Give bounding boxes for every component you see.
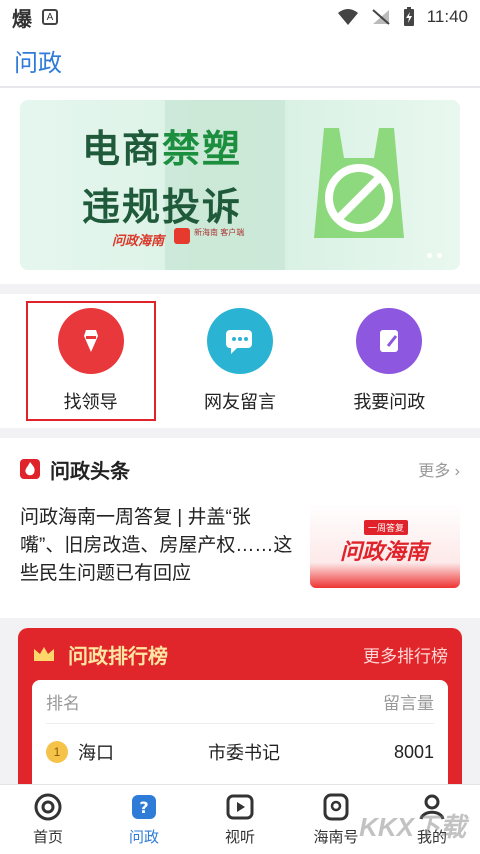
wifi-icon [337, 9, 358, 25]
headline-text: 问政海南一周答复 | 井盖“张嘴”、旧房改造、房屋产权……这些民生问题已有回应 [20, 507, 293, 584]
hainan-icon [321, 792, 351, 822]
status-app-icon: 爆 [12, 8, 32, 31]
accessibility-icon: A [42, 9, 58, 25]
ranking-title: 问政排行榜 [68, 645, 168, 668]
more-ranking-link[interactable]: 更多排行榜 [363, 642, 448, 667]
ask-question-button[interactable]: 我要问政 [324, 301, 454, 421]
tab-wenzheng-label: 问政 [128, 829, 159, 846]
ask-question-label: 我要问政 [353, 392, 426, 412]
leader-icon [57, 308, 124, 374]
rank-position: 市委书记 [208, 743, 280, 763]
crown-icon [34, 647, 54, 661]
rank-location: 海口 [78, 743, 114, 763]
rank-count: 8001 [393, 741, 434, 762]
netizen-message-label: 网友留言 [203, 392, 276, 412]
headline-more-link[interactable]: 更多 › [418, 457, 460, 481]
tab-video-label: 视听 [224, 829, 255, 846]
bottom-tab-bar: 首页 ? 问政 视听 海南号 我的 KKX下载 [0, 784, 480, 854]
plastic-bag-icon [314, 128, 404, 238]
banner-carousel[interactable]: 电商禁塑 违规投诉 问政海南 新海南 客户端 [20, 100, 460, 270]
headline-section: 问政头条 更多 › 问政海南一周答复 | 井盖“张嘴”、旧房改造、房屋产权……这… [0, 438, 480, 618]
clock: 11:40 [426, 7, 468, 26]
message-icon [206, 308, 273, 374]
question-shield-icon: ? [129, 792, 159, 822]
tab-video[interactable]: 视听 [192, 785, 288, 854]
netizen-message-button[interactable]: 网友留言 [175, 301, 305, 421]
col-rank-header: 排名 [46, 694, 80, 713]
headline-item[interactable]: 问政海南一周答复 | 井盖“张嘴”、旧房改造、房屋产权……这些民生问题已有回应 … [20, 504, 460, 588]
no-signal-icon [372, 9, 390, 25]
question-icon [356, 308, 423, 374]
find-leader-label: 找领导 [63, 392, 118, 412]
xinhainan-logo-icon [174, 228, 190, 244]
play-icon [225, 792, 255, 822]
quick-actions: 找领导 网友留言 我要问政 [0, 294, 480, 428]
tab-wenzheng[interactable]: ? 问政 [96, 785, 192, 854]
watermark: KKX下载 [359, 812, 466, 842]
headline-thumbnail: 一周答复 问政海南 [310, 504, 460, 588]
battery-icon [403, 7, 414, 26]
table-row[interactable]: 1 海口 市委书记 8001 [46, 724, 434, 780]
banner-logo-text: 问政海南 [112, 233, 165, 248]
flame-icon [20, 459, 40, 479]
banner-line1: 电商禁塑 [82, 129, 243, 171]
svg-text:?: ? [139, 798, 148, 817]
tab-home[interactable]: 首页 [0, 785, 96, 854]
banner-logo2-text: 新海南 客户端 [194, 228, 245, 237]
headline-title: 问政头条 [50, 460, 130, 483]
page-header: 问政 [0, 34, 480, 86]
carousel-dots [427, 253, 442, 258]
col-count-header: 留言量 [383, 694, 434, 713]
banner-section: 电商禁塑 违规投诉 问政海南 新海南 客户端 [0, 88, 480, 284]
gold-medal-icon: 1 [46, 741, 68, 763]
status-bar: 爆 A 11:40 [0, 0, 480, 34]
tab-home-label: 首页 [32, 829, 63, 846]
home-swirl-icon [33, 792, 63, 822]
find-leader-button[interactable]: 找领导 [25, 301, 156, 421]
page-title: 问政 [14, 49, 62, 77]
tab-hainan-label: 海南号 [313, 829, 359, 846]
ranking-table: 排名 留言量 1 海口 市委书记 8001 [32, 680, 448, 790]
ranking-section: 问政排行榜 更多排行榜 排名 留言量 1 海口 市委书记 8001 [18, 628, 462, 790]
banner-line2: 违规投诉 [82, 187, 243, 229]
